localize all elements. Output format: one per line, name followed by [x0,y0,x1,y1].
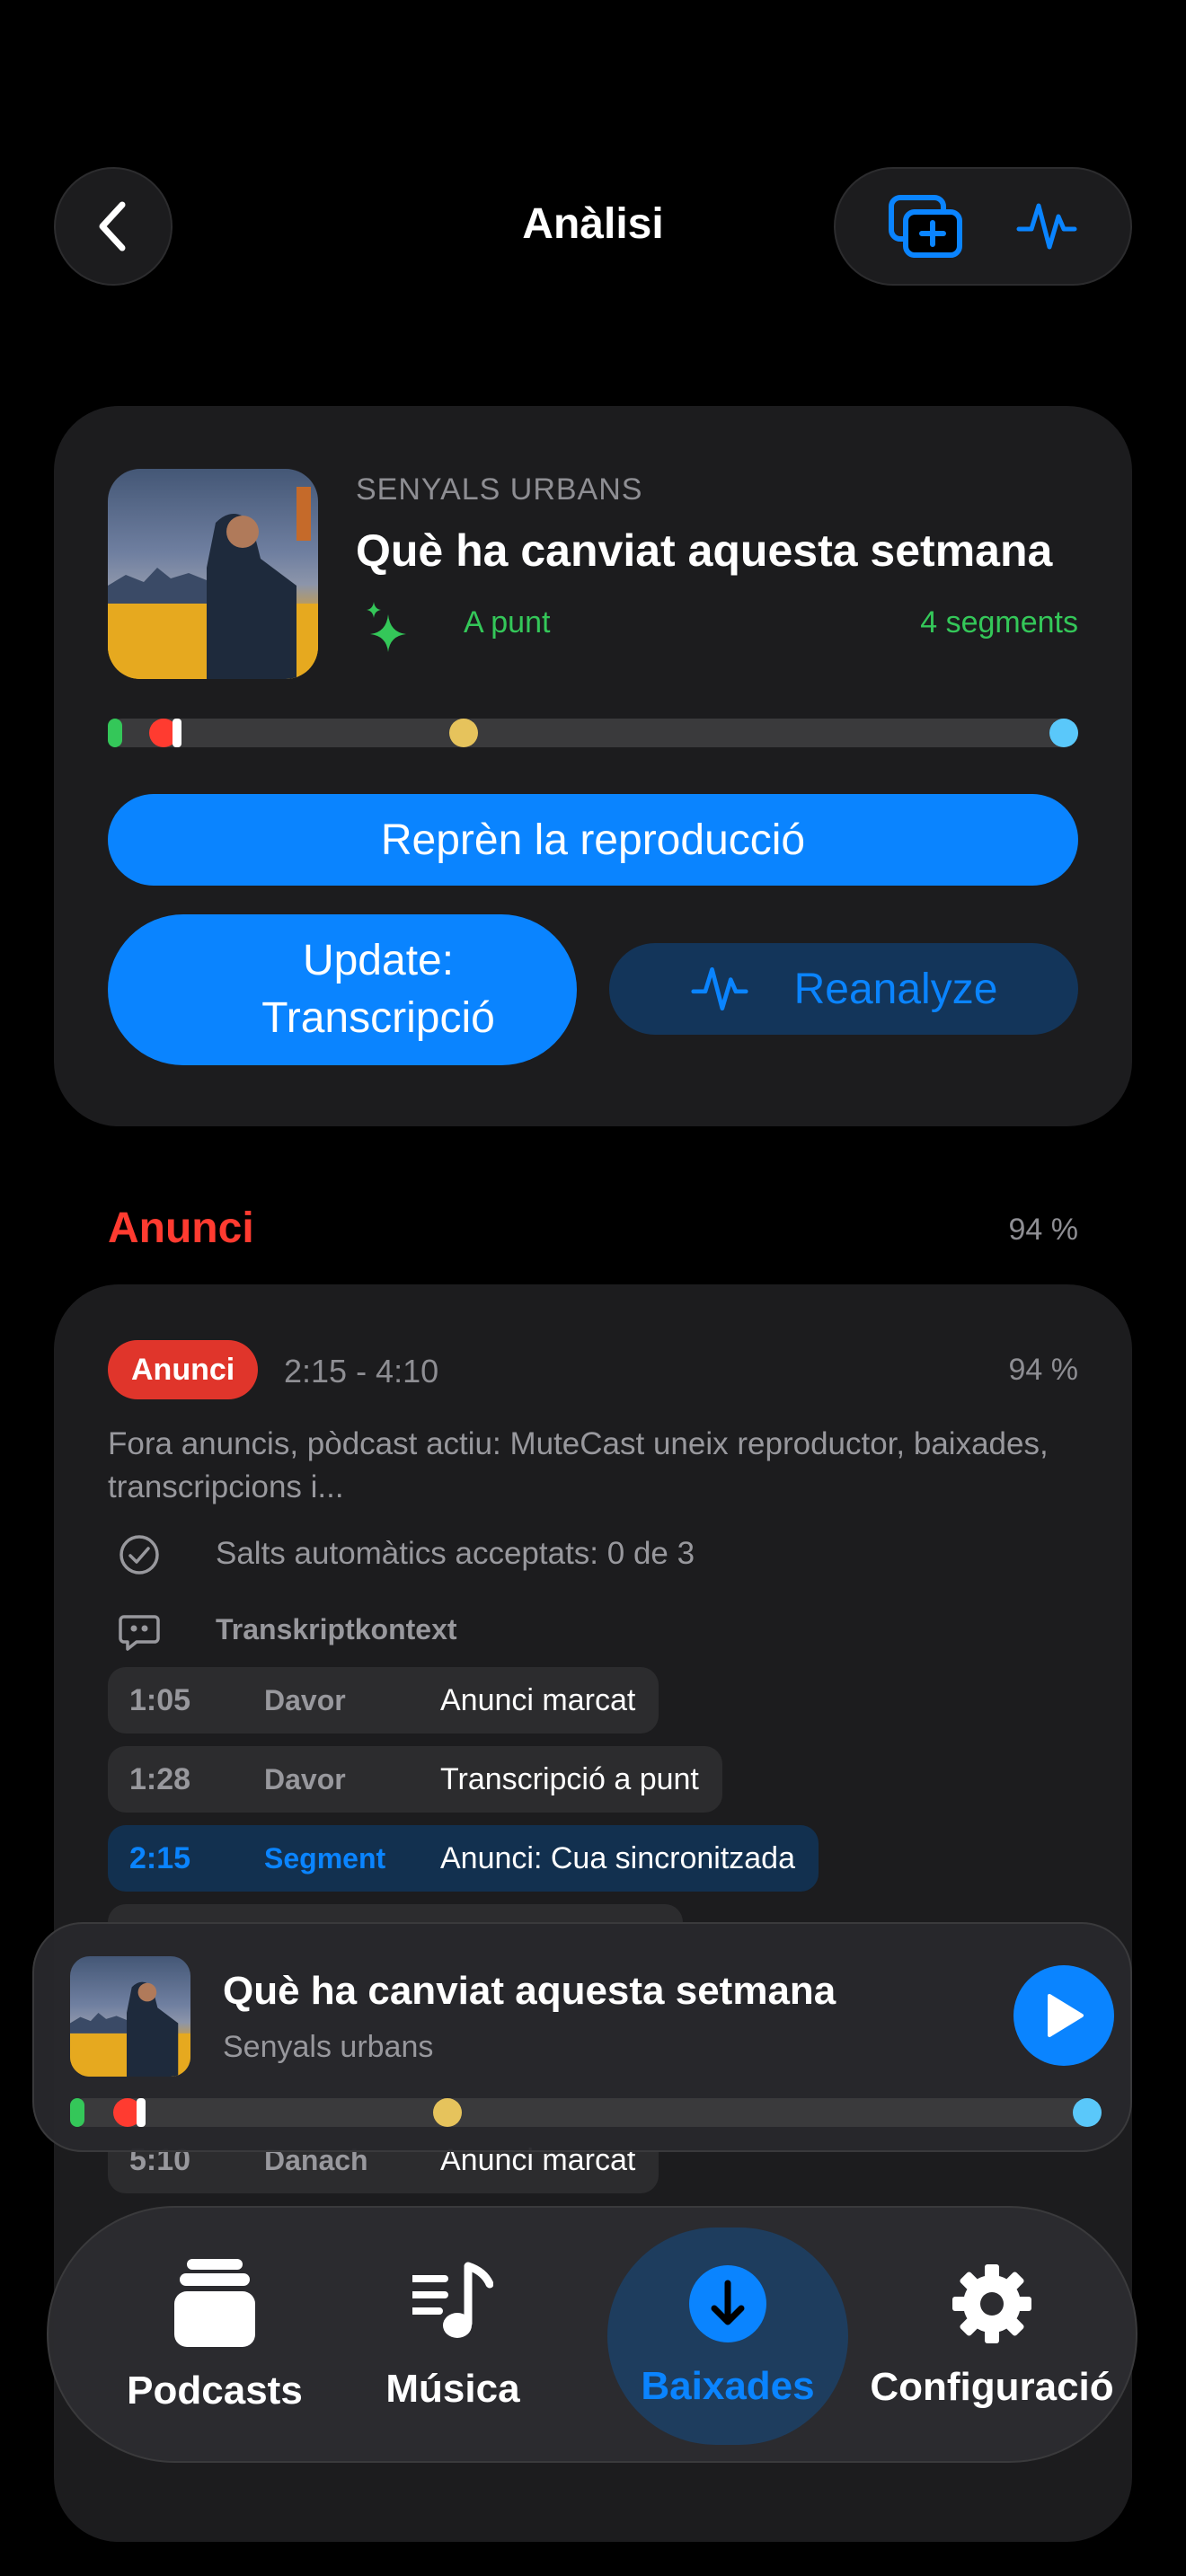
marker-start [108,719,122,747]
checkmark-circle-icon [119,1535,159,1575]
segment-timeline[interactable] [108,719,1078,747]
section-title: Anunci [108,1204,254,1252]
play-icon [1048,1994,1084,2037]
mini-player-title: Què ha canviat aquesta setmana [223,1969,836,2013]
segment-description: Fora anuncis, pòdcast actiu: MuteCast un… [108,1426,1049,1504]
mini-player-show: Senyals urbans [223,2030,434,2064]
show-name: SENYALS URBANS [356,472,643,507]
context-text: Anunci marcat [440,1682,636,1717]
play-button[interactable] [1013,1965,1114,2066]
section-confidence: 94 % [1008,1213,1079,1247]
context-kind: Davor [264,1762,346,1795]
tab-music[interactable]: Música [336,2208,570,2465]
context-kind: Davor [264,1683,346,1716]
context-time: 2:15 [129,1840,191,1875]
context-time: 1:05 [129,1682,191,1717]
segment-time-range: 2:15 - 4:10 [284,1353,439,1389]
marker-end [1073,2098,1102,2127]
mini-player[interactable]: Què ha canviat aquesta setmana Senyals u… [32,1922,1132,2152]
playhead[interactable] [137,2098,146,2127]
segment-confidence: 94 % [1008,1353,1079,1387]
quote-bubble-icon [119,1615,160,1651]
waveform-icon[interactable] [1015,195,1078,258]
update-transcription-button[interactable]: Update: Transcripció [108,914,577,1065]
add-to-queue-icon[interactable] [888,194,965,259]
mini-player-timeline[interactable] [70,2098,1102,2127]
gear-icon [952,2264,1031,2343]
update-label-line2: Transcripció [261,994,495,1042]
context-text: Anunci: Cua sincronitzada [440,1840,796,1875]
episode-artwork [108,469,318,679]
tab-podcasts[interactable]: Podcasts [84,2208,345,2465]
sparkle-icon [367,602,406,652]
tab-downloads[interactable]: Baixades [607,2208,848,2465]
episode-title: Què ha canviat aquesta setmana [356,525,1053,576]
update-label-line1: Update: [302,937,455,984]
episode-card: SENYALS URBANS Què ha canviat aquesta se… [54,406,1132,1126]
mini-player-artwork [70,1956,190,2077]
context-time: 1:28 [129,1761,191,1796]
tab-label: Música [385,2367,520,2411]
reanalyze-label: Reanalyze [793,965,998,1013]
context-row-current[interactable]: 2:15 Segment Anunci: Cua sincronitzada [108,1825,819,1892]
tab-label: Configuració [870,2365,1114,2409]
segment-type-badge: Anunci [108,1340,259,1399]
context-row[interactable]: 1:05 Davor Anunci marcat [108,1667,659,1734]
context-text: Transcripció a punt [440,1761,699,1796]
tab-label: Podcasts [127,2369,303,2413]
tab-label: Baixades [641,2364,815,2408]
marker-end [1049,719,1078,747]
marker-yellow [433,2098,462,2127]
context-title: Transkriptkontext [216,1613,457,1645]
download-icon [689,2265,766,2342]
waveform-icon [691,966,748,1011]
podcasts-stack-icon [174,2259,255,2347]
status-text: A punt [464,605,551,640]
tab-settings[interactable]: Configuració [857,2208,1127,2465]
marker-start [70,2098,84,2127]
segments-count: 4 segments [920,605,1078,640]
tab-bar: Podcasts Música Baixades Configuració [47,2206,1137,2463]
resume-playback-button[interactable]: Reprèn la reproducció [108,794,1078,886]
music-list-icon [412,2262,493,2338]
context-row[interactable]: 1:28 Davor Transcripció a punt [108,1746,722,1813]
auto-skips-text: Salts automàtics acceptats: 0 de 3 [216,1536,695,1571]
header-actions [834,167,1132,286]
reanalyze-button[interactable]: Reanalyze [609,943,1078,1035]
context-kind: Segment [264,1841,386,1875]
playhead[interactable] [173,719,181,747]
marker-yellow [449,719,478,747]
